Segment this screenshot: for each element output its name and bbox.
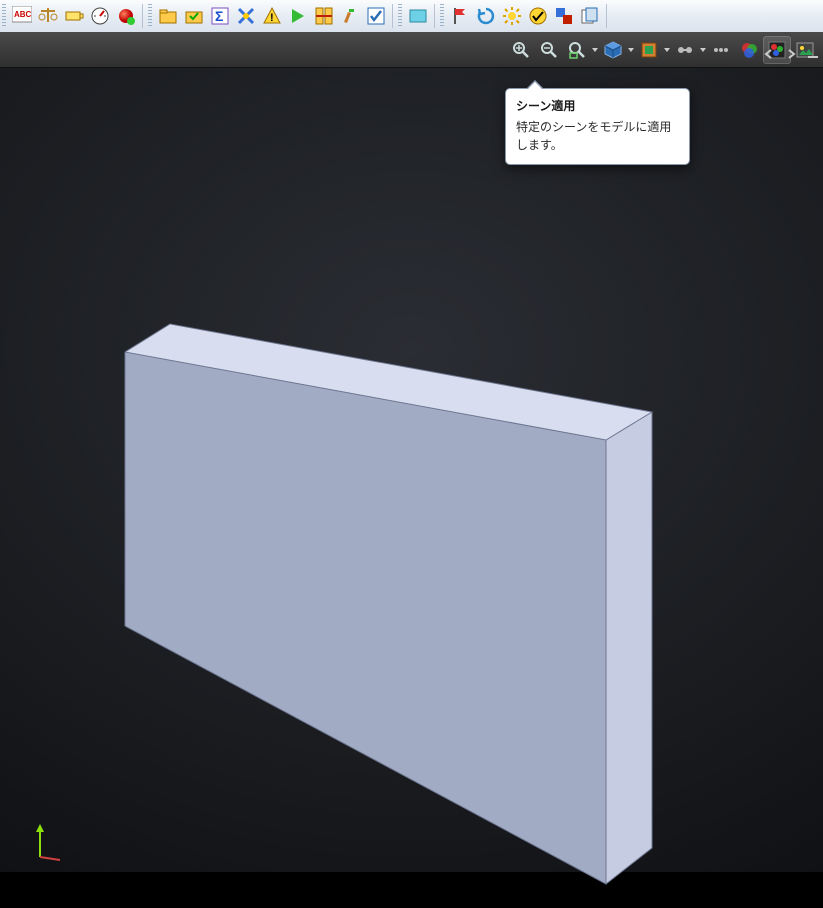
gauge-icon[interactable] [88,4,112,28]
cube-icon[interactable] [600,37,626,63]
split-icon[interactable] [312,4,336,28]
layers-dropdown[interactable] [663,37,671,63]
tooltip-body: 特定のシーンをモデルに適用します。 [516,118,679,154]
minimize-icon[interactable] [805,47,821,61]
axis-indicator [30,822,70,862]
greenplay-icon[interactable] [286,4,310,28]
folder-b-icon[interactable] [182,4,206,28]
redball-icon[interactable] [114,4,138,28]
next-icon[interactable] [783,47,799,61]
refresh-icon[interactable] [474,4,498,28]
windows-icon[interactable] [552,4,576,28]
zoom-select-dropdown[interactable] [591,37,599,63]
sigma-icon[interactable] [208,4,232,28]
cyanbox-icon[interactable] [406,4,430,28]
folder-a-icon[interactable] [156,4,180,28]
sun-icon[interactable] [500,4,524,28]
balance-icon[interactable] [36,4,60,28]
abc-icon[interactable] [10,4,34,28]
tape-icon[interactable] [62,4,86,28]
model-box [70,268,770,908]
zoom-select-icon[interactable] [564,37,590,63]
ycheck-icon[interactable] [526,4,550,28]
layers-icon[interactable] [636,37,662,63]
zoom-in-icon[interactable] [508,37,534,63]
warn-icon[interactable] [260,4,284,28]
second-toolbar [0,32,823,68]
dots-icon[interactable] [708,37,734,63]
tooltip: シーン適用 特定のシーンをモデルに適用します。 [505,88,690,165]
rgb-sphere-icon[interactable] [736,37,762,63]
prev-icon[interactable] [761,47,777,61]
brush-icon[interactable] [338,4,362,28]
tooltip-title: シーン適用 [516,97,679,114]
viewport-3d[interactable] [0,68,823,872]
copy-icon[interactable] [578,4,602,28]
link-icon[interactable] [672,37,698,63]
check-icon[interactable] [364,4,388,28]
top-toolbar [0,0,823,33]
zoom-out-icon[interactable] [536,37,562,63]
link-dropdown[interactable] [699,37,707,63]
cube-dropdown[interactable] [627,37,635,63]
flag-icon[interactable] [448,4,472,28]
xtool-icon[interactable] [234,4,258,28]
window-controls [761,47,821,61]
